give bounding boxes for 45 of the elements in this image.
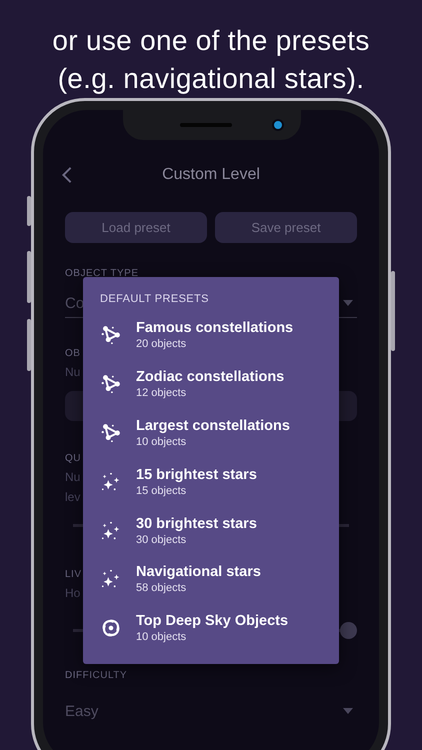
preset-count: 58 objects [136, 582, 186, 594]
preset-item[interactable]: Navigational stars 58 objects [100, 554, 261, 604]
preset-count: 12 objects [136, 387, 186, 400]
preset-count: 10 objects [136, 631, 186, 644]
section-label: OB [65, 348, 80, 359]
constellation-icon [100, 373, 122, 396]
section-label: QU [65, 453, 81, 464]
preset-item[interactable]: 30 brightest stars 30 objects [100, 506, 257, 555]
preset-item[interactable]: Zodiac constellations 12 objects [100, 360, 284, 409]
hint-text: Nu [65, 470, 80, 484]
section-label: LIV [65, 569, 82, 580]
preset-item[interactable]: Famous constellations 20 objects [100, 311, 294, 360]
preset-count: 30 objects [136, 534, 186, 546]
section-label: DIFFICULTY [65, 670, 128, 681]
caret-icon [343, 300, 353, 306]
preset-count: 20 objects [136, 338, 186, 350]
section-label: OBJECT TYPE [65, 268, 138, 279]
constellation-icon [100, 324, 122, 346]
constellation-icon [100, 422, 122, 444]
preset-item[interactable]: Largest constellations 10 objects [100, 408, 290, 458]
preset-name: Largest constellations [136, 418, 290, 434]
galaxy-icon [100, 617, 122, 640]
sparkles-icon [100, 470, 122, 493]
camera-dot [272, 119, 284, 131]
preset-name: 15 brightest stars [136, 466, 257, 483]
preset-name: Navigational stars [136, 564, 261, 580]
preset-item[interactable]: Top Deep Sky Objects 10 objects [100, 604, 288, 653]
caret-icon [343, 708, 353, 714]
hint-text: lev [65, 490, 80, 504]
preset-item[interactable]: 15 brightest stars 15 objects [100, 457, 257, 506]
preset-name: 30 brightest stars [136, 516, 257, 532]
preset-name: Famous constellations [136, 320, 294, 336]
preset-name: Top Deep Sky Objects [136, 613, 288, 630]
hint-text: Ho [65, 586, 80, 600]
preset-count: 10 objects [136, 436, 186, 448]
headline-text: or use one of the presets [52, 24, 370, 58]
screen-title: Custom Level [162, 166, 260, 184]
headline-text: (e.g. navigational stars). [58, 62, 364, 96]
preset-count: 15 objects [136, 484, 186, 497]
back-icon[interactable] [61, 166, 73, 184]
slider-thumb[interactable] [340, 622, 357, 639]
sparkles-icon [100, 520, 122, 542]
preset-name: Zodiac constellations [136, 369, 284, 386]
hint-text: Nu [65, 365, 80, 379]
popup-title: DEFAULT PRESETS [100, 293, 209, 305]
